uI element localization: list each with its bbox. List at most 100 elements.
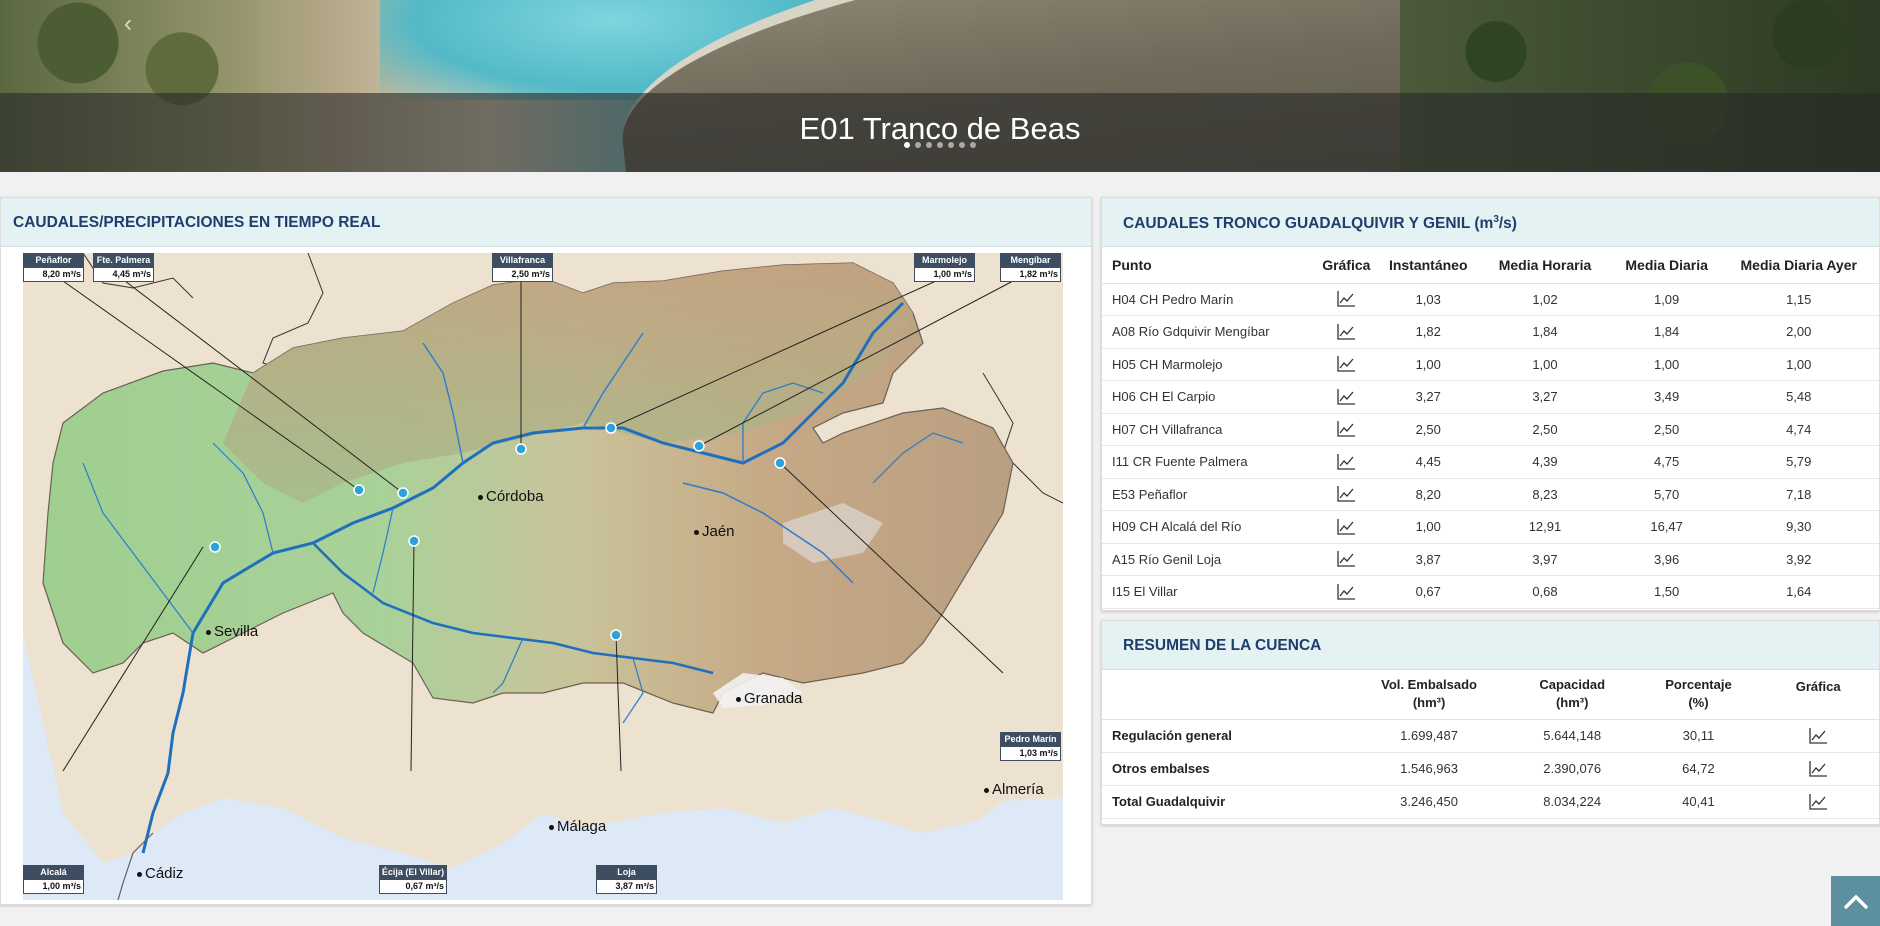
city-name: Almería bbox=[992, 781, 1044, 798]
cell-punto: H06 CH El Carpio bbox=[1102, 380, 1312, 414]
line-chart-icon[interactable] bbox=[1336, 550, 1356, 568]
cell-media-diaria: 3,49 bbox=[1614, 380, 1719, 414]
cell-media-horaria: 2,50 bbox=[1475, 413, 1615, 446]
cell-grafica[interactable] bbox=[1311, 283, 1382, 316]
carousel-dot[interactable] bbox=[970, 142, 976, 148]
line-chart-icon[interactable] bbox=[1336, 583, 1356, 601]
cell-pct: 40,41 bbox=[1639, 785, 1758, 819]
column-header: Media Diaria Ayer bbox=[1718, 247, 1879, 284]
carousel-dot[interactable] bbox=[904, 142, 910, 148]
cell-media-diaria: 2,50 bbox=[1614, 413, 1719, 446]
carousel-dot[interactable] bbox=[948, 142, 954, 148]
station-value: 1,00 m³/s bbox=[914, 267, 975, 282]
table-row: A15 Río Genil Loja 3,87 3,97 3,96 3,92 bbox=[1102, 543, 1879, 576]
cell-grafica[interactable] bbox=[1757, 752, 1879, 786]
line-chart-icon[interactable] bbox=[1336, 518, 1356, 536]
table-row: H09 CH Alcalá del Río 1,00 12,91 16,47 9,30 bbox=[1102, 510, 1879, 544]
city-label-almeria: Almería bbox=[984, 781, 1044, 798]
cell-grafica[interactable] bbox=[1757, 785, 1879, 819]
station-label-ecija[interactable]: Écija (El Villar) 0,67 m³/s bbox=[379, 865, 447, 894]
cell-grafica[interactable] bbox=[1311, 510, 1382, 544]
hero-carousel[interactable]: ‹ E01 Tranco de Beas bbox=[0, 0, 1880, 172]
line-chart-icon[interactable] bbox=[1336, 453, 1356, 471]
station-name: Loja bbox=[596, 865, 657, 879]
station-name: Pedro Marín bbox=[1000, 732, 1061, 746]
col-vol-label: Vol. Embalsado bbox=[1381, 677, 1477, 693]
basin-map[interactable]: Peñaflor 8,20 m³/s Fte. Palmera 4,45 m³/… bbox=[23, 253, 1063, 900]
cell-media-diaria-ayer: 7,18 bbox=[1718, 478, 1879, 511]
carousel-dot[interactable] bbox=[959, 142, 965, 148]
carousel-indicators[interactable] bbox=[904, 142, 976, 148]
line-chart-icon[interactable] bbox=[1808, 793, 1828, 811]
hero-caption: E01 Tranco de Beas bbox=[0, 93, 1880, 172]
cell-instantaneo: 1,00 bbox=[1381, 348, 1476, 381]
station-label-villafranca[interactable]: Villafranca 2,50 m³/s bbox=[492, 253, 553, 282]
cell-media-diaria: 3,96 bbox=[1614, 543, 1719, 576]
line-chart-icon[interactable] bbox=[1808, 727, 1828, 745]
city-dot-icon bbox=[984, 787, 989, 793]
station-name: Villafranca bbox=[492, 253, 553, 267]
column-header: Instantáneo bbox=[1381, 247, 1476, 284]
line-chart-icon[interactable] bbox=[1336, 420, 1356, 438]
cell-media-diaria-ayer: 1,00 bbox=[1718, 348, 1879, 381]
line-chart-icon[interactable] bbox=[1808, 760, 1828, 778]
caudales-table: Punto Gráfica Instantáneo Media Horaria … bbox=[1102, 247, 1879, 609]
cell-punto: H05 CH Marmolejo bbox=[1102, 348, 1312, 381]
cell-name: Otros embalses bbox=[1102, 752, 1354, 786]
cell-instantaneo: 3,27 bbox=[1381, 380, 1476, 414]
realtime-panel: CAUDALES/PRECIPITACIONES EN TIEMPO REAL bbox=[0, 197, 1092, 905]
line-chart-icon[interactable] bbox=[1336, 323, 1356, 341]
cell-media-diaria-ayer: 5,79 bbox=[1718, 445, 1879, 479]
city-label-sevilla: Sevilla bbox=[206, 623, 258, 640]
column-header: Media Diaria bbox=[1614, 247, 1719, 284]
cell-media-horaria: 1,84 bbox=[1475, 315, 1615, 349]
back-to-top-button[interactable] bbox=[1831, 876, 1880, 926]
cell-grafica[interactable] bbox=[1311, 543, 1382, 576]
station-value: 3,87 m³/s bbox=[596, 879, 657, 894]
station-label-mengibar[interactable]: Mengíbar 1,82 m³/s bbox=[1000, 253, 1061, 282]
cell-grafica[interactable] bbox=[1311, 380, 1382, 414]
cell-grafica[interactable] bbox=[1311, 478, 1382, 511]
carousel-dot[interactable] bbox=[937, 142, 943, 148]
col-cap-label: Capacidad bbox=[1539, 677, 1606, 693]
line-chart-icon[interactable] bbox=[1336, 290, 1356, 308]
cell-instantaneo: 1,00 bbox=[1381, 510, 1476, 544]
station-name: Écija (El Villar) bbox=[379, 865, 447, 879]
carousel-prev-icon[interactable]: ‹ bbox=[124, 10, 132, 38]
carousel-dot[interactable] bbox=[915, 142, 921, 148]
cell-punto: H07 CH Villafranca bbox=[1102, 413, 1312, 446]
station-label-loja[interactable]: Loja 3,87 m³/s bbox=[596, 865, 657, 894]
station-label-fte-palmera[interactable]: Fte. Palmera 4,45 m³/s bbox=[93, 253, 154, 282]
line-chart-icon[interactable] bbox=[1336, 355, 1356, 373]
column-header: Gráfica bbox=[1757, 670, 1879, 720]
carousel-dot[interactable] bbox=[926, 142, 932, 148]
col-pct-unit: (%) bbox=[1688, 695, 1709, 711]
column-header: Porcentaje (%) bbox=[1639, 670, 1758, 720]
cell-grafica[interactable] bbox=[1311, 575, 1382, 609]
cell-name: Regulación general bbox=[1102, 719, 1354, 753]
city-dot-icon bbox=[206, 629, 211, 635]
cell-media-horaria: 8,23 bbox=[1475, 478, 1615, 511]
cell-grafica[interactable] bbox=[1311, 348, 1382, 381]
line-chart-icon[interactable] bbox=[1336, 388, 1356, 406]
cell-grafica[interactable] bbox=[1311, 315, 1382, 349]
cell-media-diaria-ayer: 1,64 bbox=[1718, 575, 1879, 609]
station-label-marmolejo[interactable]: Marmolejo 1,00 m³/s bbox=[914, 253, 975, 282]
station-value: 2,50 m³/s bbox=[492, 267, 553, 282]
cell-pct: 64,72 bbox=[1639, 752, 1758, 786]
table-row: I11 CR Fuente Palmera 4,45 4,39 4,75 5,79 bbox=[1102, 445, 1879, 479]
cell-cap: 8.034,224 bbox=[1504, 785, 1640, 819]
resumen-panel: RESUMEN DE LA CUENCA Vol. Embalsado (hm³)… bbox=[1101, 620, 1880, 825]
cell-media-diaria-ayer: 5,48 bbox=[1718, 380, 1879, 414]
cell-grafica[interactable] bbox=[1311, 413, 1382, 446]
station-label-alcala[interactable]: Alcalá 1,00 m³/s bbox=[23, 865, 84, 894]
station-label-penaflor[interactable]: Peñaflor 8,20 m³/s bbox=[23, 253, 84, 282]
cell-grafica[interactable] bbox=[1311, 445, 1382, 479]
cell-media-diaria-ayer: 9,30 bbox=[1718, 510, 1879, 544]
station-value: 1,82 m³/s bbox=[1000, 267, 1061, 282]
cell-grafica[interactable] bbox=[1757, 719, 1879, 753]
chevron-up-icon bbox=[1843, 895, 1868, 909]
line-chart-icon[interactable] bbox=[1336, 485, 1356, 503]
city-label-granada: Granada bbox=[736, 690, 802, 707]
station-label-pedro-marin[interactable]: Pedro Marín 1,03 m³/s bbox=[1000, 732, 1061, 761]
